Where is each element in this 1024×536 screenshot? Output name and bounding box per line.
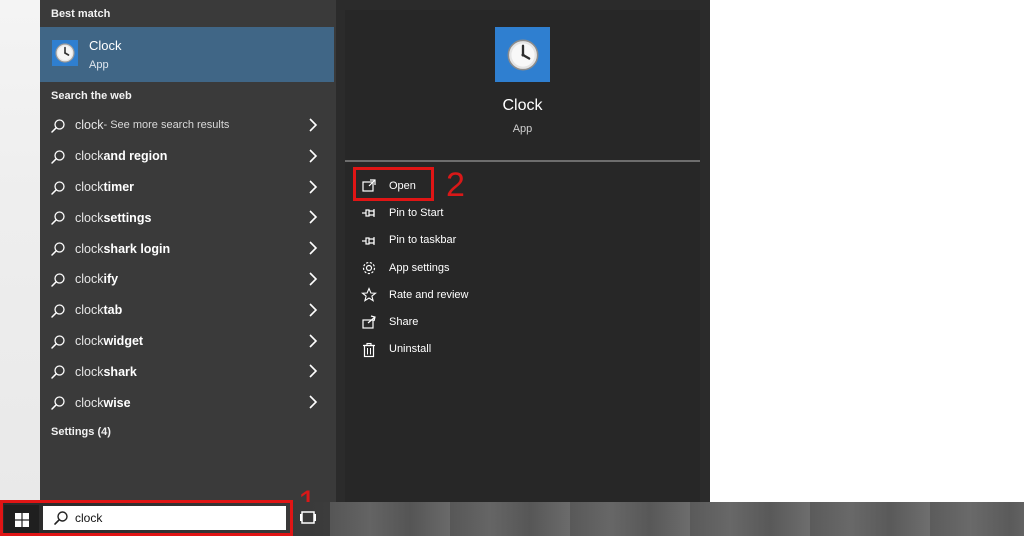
detail-subtitle: App (512, 123, 533, 135)
suggestion-completion: widget (103, 333, 144, 348)
search-icon (51, 365, 65, 380)
suggestion-query: clock (75, 179, 104, 194)
suggestion-completion: shark login (103, 241, 171, 256)
web-suggestion-item[interactable]: clock shark login (40, 233, 334, 264)
suggestion-query: clock (75, 272, 104, 287)
trash-icon (363, 342, 375, 357)
action-label: Pin to taskbar (389, 234, 457, 247)
search-icon (51, 211, 65, 226)
chevron-right-icon (309, 364, 318, 378)
suggestion-completion: timer (103, 179, 135, 194)
web-suggestion-item[interactable]: clock ify (40, 264, 334, 295)
action-rate-and-review[interactable]: Rate and review (361, 281, 681, 308)
chevron-right-icon (309, 395, 318, 409)
chevron-right-icon (309, 241, 318, 255)
best-match-label: Best match (51, 8, 111, 20)
suggestion-completion: ify (103, 272, 119, 287)
action-app-settings[interactable]: App settings (361, 254, 681, 281)
action-label: Pin to Start (389, 206, 444, 219)
search-icon (51, 180, 65, 195)
action-label: Share (389, 316, 419, 329)
best-match-result[interactable]: Clock App (40, 27, 334, 82)
suggestion-query: clock (75, 210, 104, 225)
desktop-background (0, 0, 44, 500)
detail-title: Clock (502, 97, 543, 114)
start-search-panel: Best match Clock App Search the web cloc… (40, 0, 710, 502)
search-icon (51, 119, 65, 133)
open-highlight-box (353, 167, 434, 201)
web-suggestion-list: clock - See more search results clock and… (40, 110, 334, 418)
star-icon (361, 287, 377, 303)
suggestion-query: clock (75, 118, 104, 133)
share-icon (362, 315, 376, 330)
suggestion-query: clock (75, 241, 104, 256)
action-pin-to-taskbar[interactable]: Pin to taskbar (361, 227, 681, 254)
suggestion-completion: wise (103, 395, 131, 410)
suggestion-query: clock (75, 303, 104, 318)
suggestion-completion: and region (103, 149, 168, 164)
web-suggestion-item[interactable]: clock settings (40, 202, 334, 233)
web-suggestion-item[interactable]: clock shark (40, 356, 334, 387)
chevron-right-icon (309, 149, 318, 163)
app-detail-pane: Clock App Open Pin to Start Pin to taskbar… (345, 10, 700, 502)
pin-icon (362, 236, 375, 245)
search-web-label: Search the web (51, 90, 132, 102)
action-share[interactable]: Share (361, 308, 681, 335)
action-pin-to-start[interactable]: Pin to Start (361, 199, 681, 226)
chevron-right-icon (309, 334, 318, 348)
search-icon (51, 304, 65, 318)
chevron-right-icon (309, 303, 318, 317)
pin-icon (362, 209, 375, 218)
search-icon (51, 396, 65, 410)
action-label: App settings (389, 261, 450, 274)
suggestion-completion: shark (103, 364, 137, 379)
task-view-icon[interactable] (298, 508, 318, 528)
settings-section-label[interactable]: Settings (4) (51, 426, 111, 438)
suggestion-query: clock (75, 395, 104, 410)
search-icon (51, 150, 65, 164)
suggestion-query: clock (75, 364, 104, 379)
best-match-subtitle: App (89, 59, 109, 71)
results-column: Best match Clock App Search the web cloc… (40, 0, 336, 502)
detail-divider (345, 160, 700, 162)
taskbar-app-area (330, 502, 1024, 536)
suggestion-completion: settings (103, 210, 152, 225)
web-suggestion-item[interactable]: clock and region (40, 141, 334, 172)
clock-app-icon (52, 40, 78, 66)
action-label: Uninstall (389, 343, 432, 356)
chevron-right-icon (309, 118, 318, 132)
web-suggestion-item[interactable]: clock tab (40, 295, 334, 326)
search-highlight-box (0, 500, 293, 536)
search-icon (51, 334, 65, 349)
chevron-right-icon (309, 210, 318, 224)
chevron-right-icon (309, 272, 318, 286)
step-2-label: 2 (446, 166, 465, 204)
suggestion-query: clock (75, 333, 104, 348)
suggestion-completion: tab (103, 303, 123, 318)
web-suggestion-item[interactable]: clock timer (40, 172, 334, 203)
web-suggestion-item[interactable]: clock - See more search results (40, 110, 334, 141)
clock-app-large-icon (495, 27, 550, 82)
suggestion-query: clock (75, 149, 104, 164)
web-suggestion-item[interactable]: clock widget (40, 326, 334, 357)
search-icon (51, 242, 65, 256)
search-icon (51, 273, 65, 287)
chevron-right-icon (309, 180, 318, 194)
gear-icon (362, 261, 376, 274)
action-uninstall[interactable]: Uninstall (361, 336, 681, 363)
suggestion-hint: - See more search results (103, 119, 230, 132)
action-label: Rate and review (389, 288, 469, 301)
best-match-title: Clock (89, 38, 122, 53)
web-suggestion-item[interactable]: clock wise (40, 387, 334, 418)
